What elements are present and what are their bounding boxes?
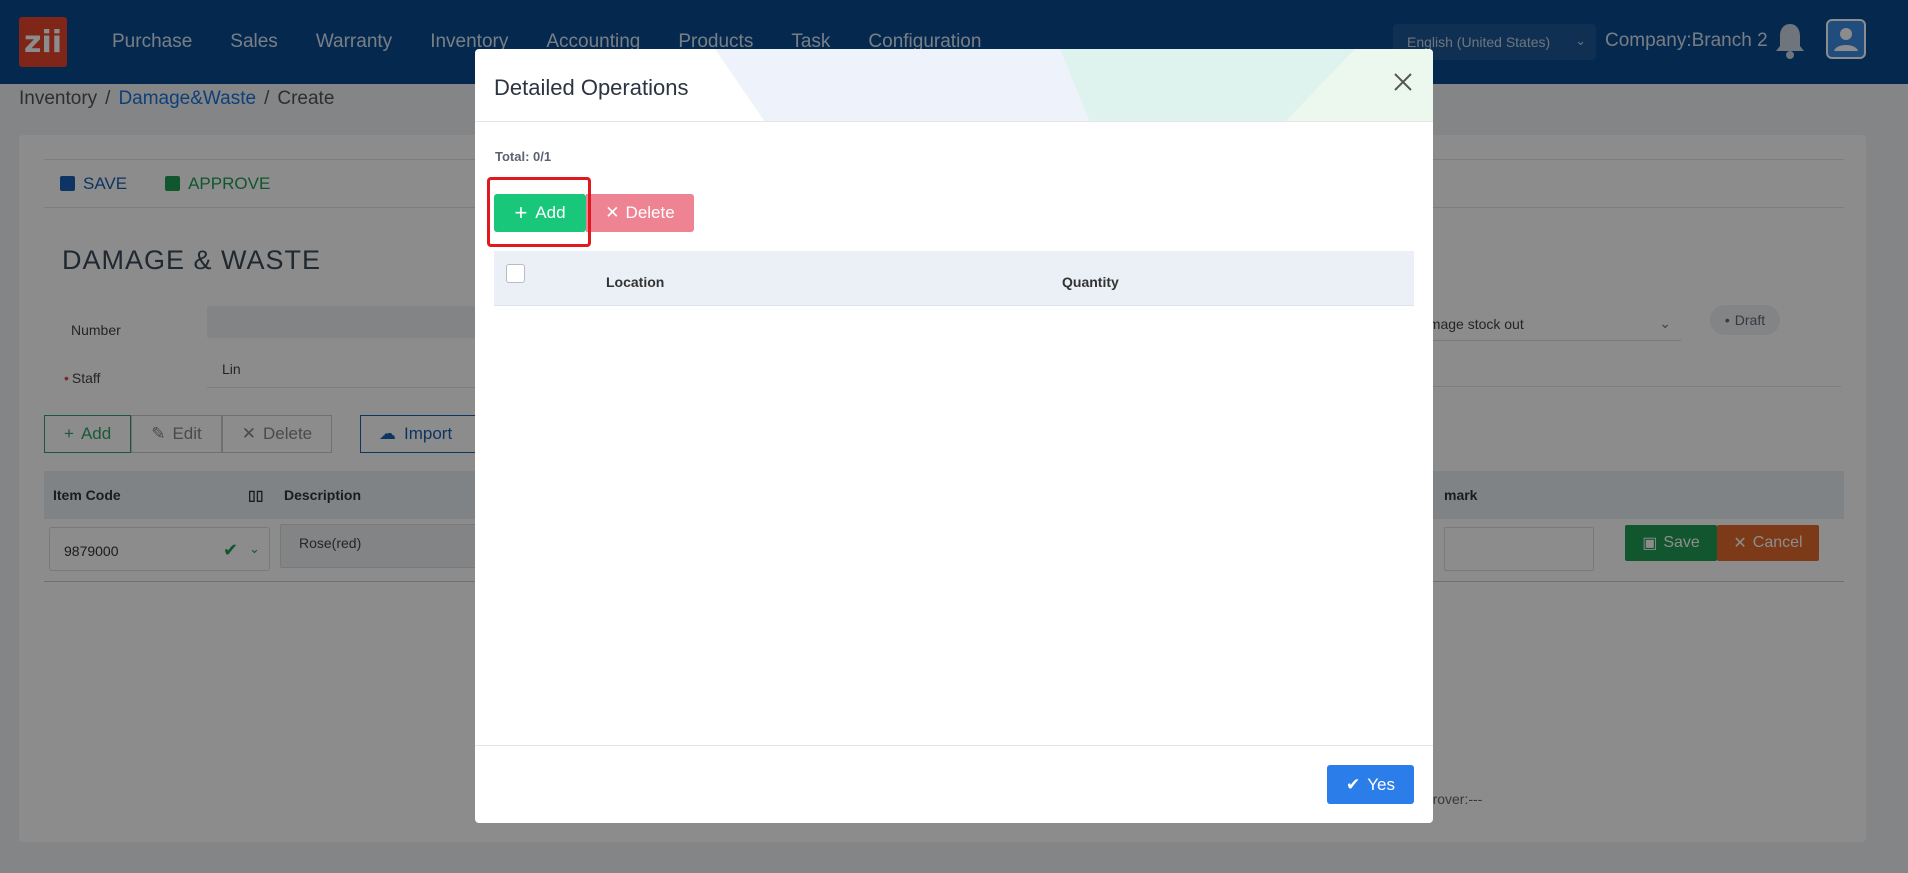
modal-delete-label: Delete — [625, 203, 675, 222]
highlight-box — [487, 177, 591, 247]
yes-button[interactable]: ✔ Yes — [1327, 765, 1414, 804]
col-quantity: Quantity — [1062, 274, 1119, 290]
col-location: Location — [606, 274, 665, 290]
modal-footer: ✔ Yes — [475, 745, 1433, 823]
close-icon: ✕ — [605, 203, 620, 222]
modal-title: Detailed Operations — [494, 75, 689, 100]
select-all-checkbox[interactable] — [506, 264, 525, 283]
operations-table-header: Location Quantity — [494, 251, 1414, 306]
modal-header: Detailed Operations — [475, 49, 1433, 122]
check-icon: ✔ — [1346, 774, 1361, 794]
modal-delete-button[interactable]: ✕ Delete — [586, 194, 694, 232]
close-icon[interactable] — [1388, 67, 1418, 97]
yes-label: Yes — [1367, 774, 1395, 794]
detailed-operations-modal: Detailed Operations Total: 0/1 + Add ✕ D… — [475, 49, 1433, 823]
total-count: Total: 0/1 — [495, 149, 552, 164]
